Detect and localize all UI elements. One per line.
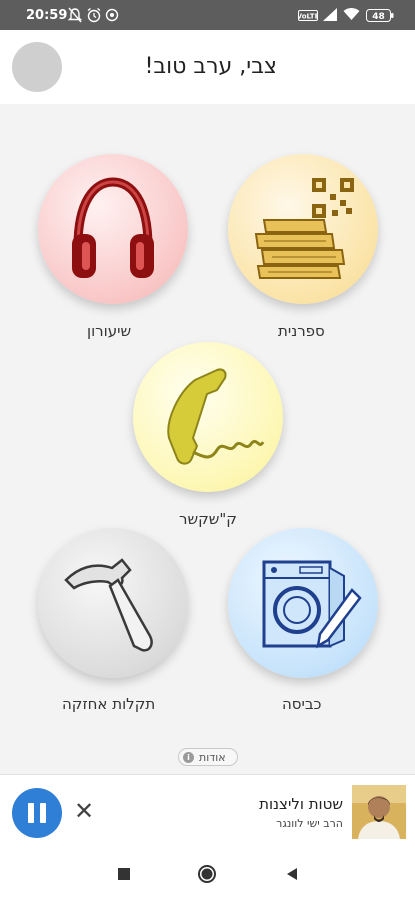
track-title: שטות וליצנות (259, 795, 343, 813)
library-tile[interactable] (228, 154, 378, 304)
info-icon: i (183, 752, 194, 763)
laundry-label: כביסה (282, 695, 322, 713)
signal-icon (323, 8, 337, 21)
home-circle-icon[interactable] (197, 864, 217, 884)
about-button[interactable]: i אודות (178, 748, 238, 766)
about-label: אודות (199, 751, 226, 764)
pause-button[interactable] (12, 788, 62, 838)
battery-icon: 48 (366, 9, 394, 22)
system-navbar (0, 848, 415, 900)
contact-label: ק"שקשר (179, 510, 237, 528)
page-title: צבי, ערב טוב! (144, 54, 277, 79)
recents-square-icon[interactable] (114, 864, 134, 884)
track-thumbnail[interactable] (352, 785, 406, 839)
maintenance-tile[interactable] (38, 528, 188, 678)
svg-text:VoLTE: VoLTE (298, 13, 318, 21)
back-triangle-icon[interactable] (282, 864, 302, 884)
battery-level: 48 (372, 12, 385, 22)
wifi-icon (343, 8, 360, 20)
books-qr-icon (254, 178, 354, 279)
close-icon[interactable]: ✕ (74, 799, 94, 823)
washing-machine-icon (262, 560, 362, 649)
status-bar: 20:59 VoLTE 48 (0, 0, 415, 30)
alarm-icon (87, 7, 101, 23)
status-time: 20:59 (26, 8, 68, 23)
library-label: ספרנית (278, 322, 325, 340)
mini-player: ✕ שטות וליצנות הרב ישי לוונגר (0, 774, 415, 848)
hammer-icon (64, 558, 153, 652)
avatar[interactable] (12, 42, 62, 92)
header: צבי, ערב טוב! (0, 30, 415, 104)
lessons-tile[interactable] (38, 154, 188, 304)
track-artist: הרב ישי לוונגר (276, 817, 343, 830)
pause-icon (28, 803, 34, 823)
contact-tile[interactable] (133, 342, 283, 492)
maintenance-label: תקלות אחזקה (62, 695, 156, 713)
location-icon (105, 8, 119, 22)
headphones-icon (72, 177, 154, 278)
volte-icon: VoLTE (298, 10, 318, 21)
phone-icon (167, 368, 265, 465)
lessons-label: שיעורון (87, 322, 132, 340)
bell-off-icon (68, 7, 82, 23)
laundry-tile[interactable] (228, 528, 378, 678)
